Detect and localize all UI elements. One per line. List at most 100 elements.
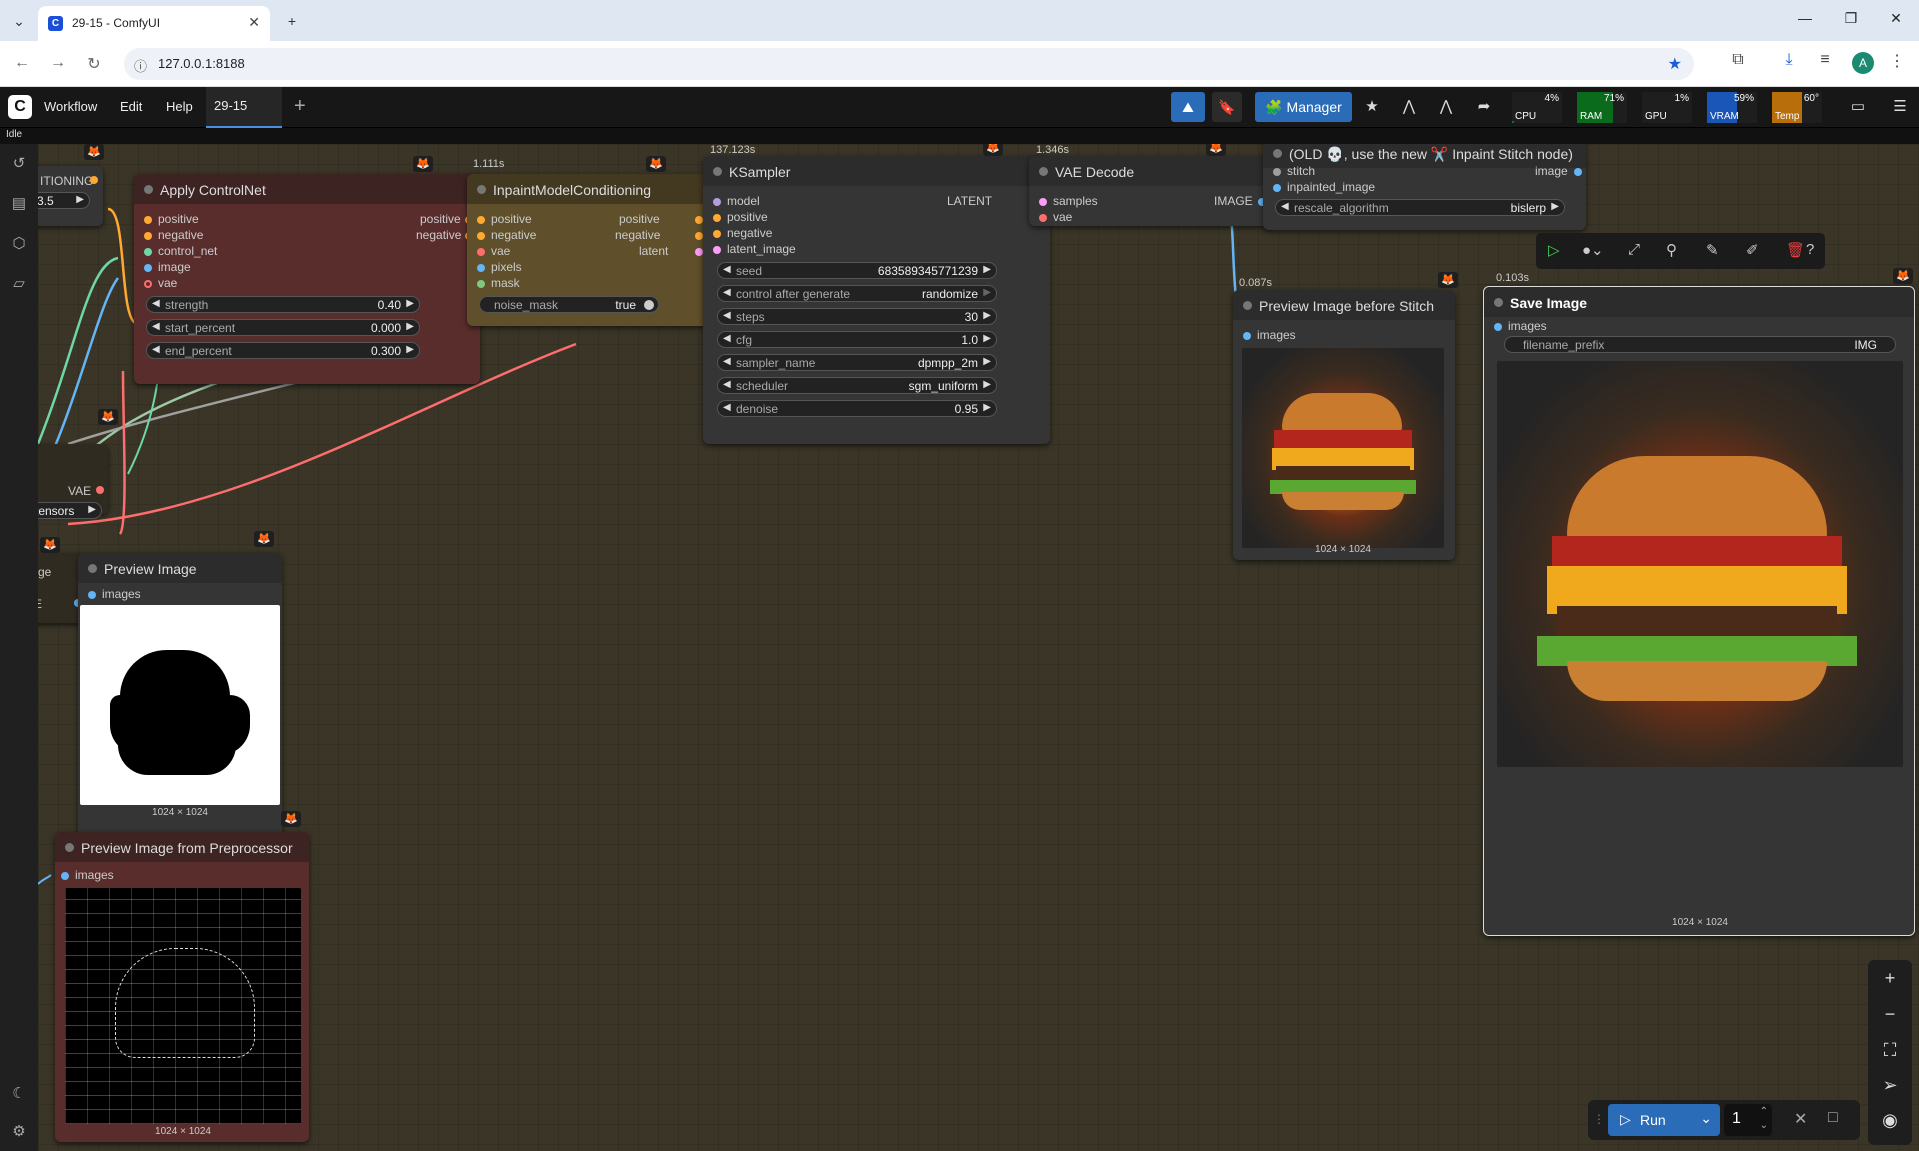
bookmark-icon[interactable]: 🔖 — [1212, 92, 1242, 122]
download-icon[interactable]: ⤓ — [1778, 51, 1800, 69]
back-icon[interactable]: ← — [12, 54, 32, 72]
drag-handle-icon[interactable]: ⋮ — [1593, 1112, 1605, 1126]
input-slot-vae[interactable] — [477, 248, 485, 256]
hamburger-menu-icon[interactable]: ☰ — [1885, 92, 1915, 122]
apply-controlnet-node[interactable]: Apply ControlNet positive negative contr… — [134, 174, 480, 384]
graph-canvas[interactable]: ITIONING 3.5 ▶ 🦊 VAE tensors ▶ 🦊 Apply Con… — [38, 144, 1919, 1151]
bypass-icon[interactable]: ⤢ — [1628, 241, 1640, 258]
input-slot-image[interactable] — [144, 264, 152, 272]
input-slot-positive[interactable] — [477, 216, 485, 224]
toggle-links-icon[interactable]: ◉ — [1868, 1110, 1912, 1131]
zoom-out-icon[interactable]: − — [1868, 1004, 1912, 1025]
input-slot-samples[interactable] — [1039, 198, 1047, 206]
edit-icon[interactable]: ✎ — [1706, 241, 1719, 259]
steps-widget[interactable]: ◀ steps 30 ▶ — [717, 308, 997, 325]
media-icon[interactable]: ≡ — [1814, 51, 1836, 69]
input-slot-vae[interactable] — [144, 280, 152, 288]
sampler-name-widget[interactable]: ◀ sampler_name dpmpp_2m ▶ — [717, 354, 997, 371]
increment-icon[interactable]: ⌃ — [1760, 1106, 1768, 1117]
url-input[interactable]: ⓘ 127.0.0.1:8188 ★ — [124, 48, 1694, 80]
end-percent-widget[interactable]: ◀ end_percent 0.300 ▶ — [146, 342, 420, 359]
model-icon[interactable]: ⋀ — [1431, 92, 1461, 122]
preview-preprocessor-node[interactable]: Preview Image from Preprocessor images 1… — [55, 832, 309, 1142]
workflows-folder-icon[interactable]: ▱ — [8, 274, 30, 292]
browser-tab[interactable]: C 29-15 - ComfyUI ✕ — [38, 6, 270, 41]
pin-icon[interactable]: ⚲ — [1666, 241, 1677, 259]
rescale-algorithm-widget[interactable]: ◀ rescale_algorithm bislerp ▶ — [1275, 199, 1565, 216]
run-button[interactable]: ▷ Run ⌄ — [1608, 1104, 1720, 1136]
input-slot-control-net[interactable] — [144, 248, 152, 256]
bookmark-star-icon[interactable]: ★ — [1668, 54, 1682, 74]
stop-icon[interactable]: □ — [1828, 1109, 1838, 1127]
model-download-icon[interactable]: ⋀ — [1394, 92, 1424, 122]
new-tab-icon[interactable]: + — [281, 10, 303, 32]
fit-view-icon[interactable]: ⛶ — [1868, 1040, 1912, 1061]
input-slot-mask[interactable] — [477, 280, 485, 288]
vae-decode-node[interactable]: VAE Decode samples vae IMAGE — [1029, 156, 1274, 226]
theme-moon-icon[interactable]: ☾ — [8, 1084, 30, 1102]
node-header[interactable]: VAE Decode — [1029, 156, 1274, 186]
panel-toggle-icon[interactable]: ▭ — [1843, 92, 1873, 122]
input-slot-vae[interactable] — [1039, 214, 1047, 222]
new-workflow-icon[interactable]: + — [294, 95, 306, 118]
delete-trash-icon[interactable]: 🗑 — [1786, 241, 1805, 259]
output-slot-negative[interactable] — [695, 232, 703, 240]
noise-mask-toggle[interactable]: noise_mask true — [479, 296, 659, 313]
input-slot-negative[interactable] — [144, 232, 152, 240]
tab-list-icon[interactable]: ⌄ — [8, 10, 30, 32]
filename-prefix-widget[interactable]: filename_prefix IMG — [1504, 336, 1896, 353]
reload-icon[interactable]: ↻ — [84, 54, 104, 74]
ksampler-node[interactable]: KSampler model positive negative latent_… — [703, 156, 1050, 444]
vae-loader-node-partial[interactable]: VAE tensors ▶ — [38, 444, 108, 519]
settings-gear-icon[interactable]: ⚙ — [8, 1122, 30, 1140]
output-slot-image[interactable] — [1574, 168, 1582, 176]
conditioning-node-partial[interactable]: ITIONING 3.5 ▶ — [38, 166, 103, 226]
input-slot-positive[interactable] — [713, 214, 721, 222]
menu-workflow[interactable]: Workflow — [44, 99, 97, 114]
share-icon[interactable]: ➦ — [1469, 92, 1499, 122]
restore-icon[interactable]: ❐ — [1836, 10, 1866, 27]
history-icon[interactable]: ↺ — [8, 154, 30, 172]
comfy-registry-icon[interactable]: ⛰ — [1171, 92, 1205, 122]
queue-icon[interactable]: ▤ — [8, 194, 30, 212]
input-slot-latent-image[interactable] — [713, 246, 721, 254]
output-slot-positive[interactable] — [695, 216, 703, 224]
menu-edit[interactable]: Edit — [120, 99, 142, 114]
node-header[interactable]: Apply ControlNet — [134, 174, 480, 204]
workflow-tab[interactable]: 29-15 — [206, 87, 282, 128]
node-header[interactable]: InpaintModelConditioning — [467, 174, 709, 204]
run-node-icon[interactable]: ▷ — [1548, 241, 1560, 259]
input-slot-model[interactable] — [713, 198, 721, 206]
input-slot-images[interactable] — [61, 872, 69, 880]
output-slot-latent[interactable] — [695, 248, 703, 256]
zoom-in-icon[interactable]: + — [1868, 968, 1912, 989]
batch-count-input[interactable]: 1 ⌃ ⌄ — [1724, 1104, 1772, 1136]
control-after-generate-widget[interactable]: ◀ control after generate randomize ▶ — [717, 285, 997, 302]
window-close-icon[interactable]: ✕ — [1881, 10, 1911, 27]
select-mode-icon[interactable]: ➢ — [1868, 1075, 1912, 1096]
input-slot-negative[interactable] — [477, 232, 485, 240]
model-library-icon[interactable]: ⬡ — [8, 234, 30, 252]
node-header[interactable]: Preview Image — [78, 553, 282, 583]
input-slot-stitch[interactable] — [1273, 168, 1281, 176]
vae-output-slot[interactable] — [96, 486, 104, 494]
denoise-widget[interactable]: ◀ denoise 0.95 ▶ — [717, 400, 997, 417]
node-header[interactable]: Preview Image before Stitch — [1233, 290, 1455, 320]
cond-value-widget[interactable]: 3.5 ▶ — [38, 192, 90, 209]
node-header[interactable]: KSampler — [703, 156, 1050, 186]
forward-icon[interactable]: → — [48, 54, 68, 72]
vae-name-widget[interactable]: tensors ▶ — [38, 502, 102, 519]
save-image-node[interactable]: Save Image images filename_prefix IMG 102… — [1483, 286, 1915, 936]
star-icon[interactable]: ★ — [1357, 92, 1387, 122]
site-info-icon[interactable]: ⓘ — [134, 56, 147, 75]
color-picker-icon[interactable]: ●⌄ — [1582, 241, 1604, 259]
strength-widget[interactable]: ◀ strength 0.40 ▶ — [146, 296, 420, 313]
input-slot-images[interactable] — [1494, 323, 1502, 331]
load-image-node-partial[interactable]: ge E — [38, 553, 83, 623]
scheduler-widget[interactable]: ◀ scheduler sgm_uniform ▶ — [717, 377, 997, 394]
inpaint-model-conditioning-node[interactable]: InpaintModelConditioning positive negati… — [467, 174, 709, 326]
input-slot-images[interactable] — [1243, 332, 1251, 340]
node-header[interactable]: Preview Image from Preprocessor — [55, 832, 309, 862]
input-slot-images[interactable] — [88, 591, 96, 599]
input-slot-pixels[interactable] — [477, 264, 485, 272]
